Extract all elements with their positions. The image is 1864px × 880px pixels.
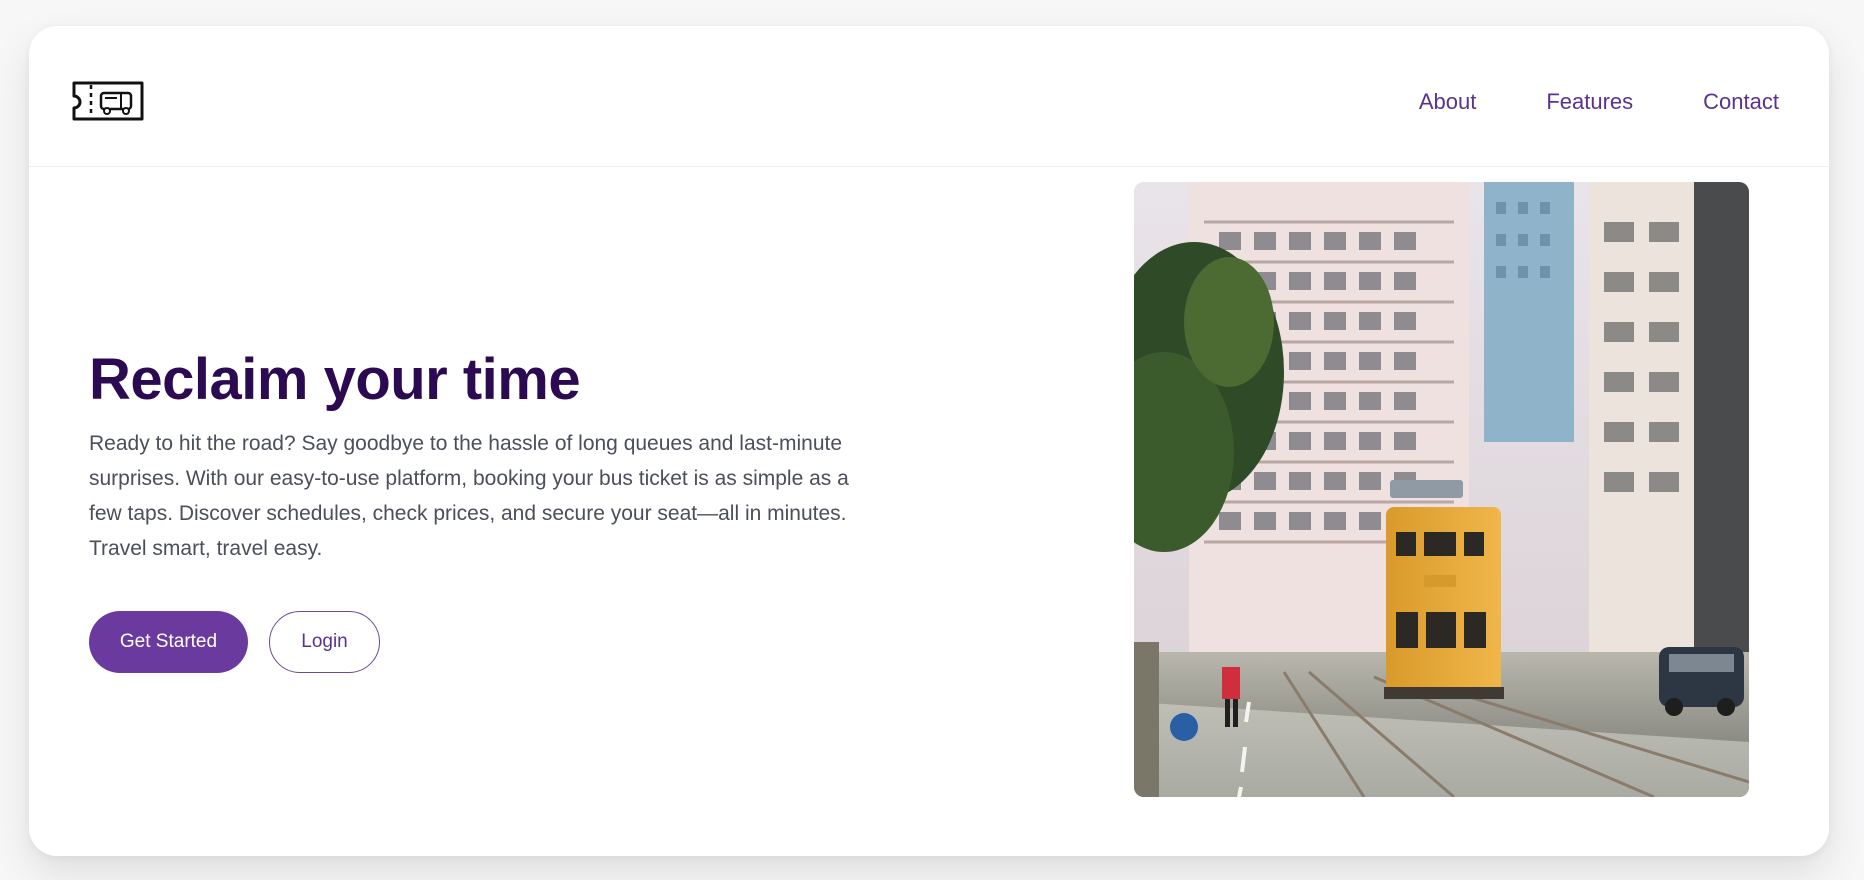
nav-about-link[interactable]: About (1419, 82, 1477, 122)
site-header: About Features Contact (29, 26, 1829, 167)
hero-actions: Get Started Login (89, 611, 380, 673)
get-started-button[interactable]: Get Started (89, 611, 248, 673)
city-tram-photo (1134, 182, 1749, 797)
main-nav: About Features Contact (1419, 82, 1779, 122)
main-card: About Features Contact Reclaim your time… (29, 26, 1829, 856)
nav-features-link[interactable]: Features (1546, 82, 1633, 122)
nav-contact-link[interactable]: Contact (1703, 82, 1779, 122)
hero-content: Reclaim your time Ready to hit the road?… (89, 348, 879, 566)
hero-title: Reclaim your time (89, 347, 581, 412)
hero-description: Ready to hit the road? Say goodbye to th… (89, 431, 849, 560)
login-button[interactable]: Login (269, 611, 380, 673)
bus-ticket-icon[interactable] (71, 80, 145, 122)
